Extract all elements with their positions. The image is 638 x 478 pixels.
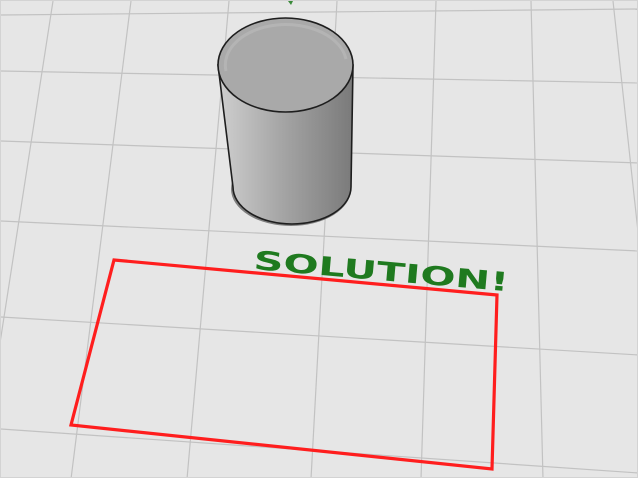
grid-line: [1, 8, 637, 16]
viewport-canvas[interactable]: SOLUTION!: [1, 1, 638, 478]
grid-line: [420, 1, 437, 477]
3d-viewport[interactable]: SOLUTION!: [0, 0, 638, 478]
grid-line: [612, 1, 637, 229]
text-object-label[interactable]: SOLUTION!: [252, 246, 510, 298]
axis-marker: [288, 1, 293, 5]
grid-line: [530, 1, 544, 477]
cylinder-top: [217, 17, 354, 113]
grid-line: [1, 220, 637, 252]
cylinder-object[interactable]: [217, 17, 354, 226]
grid-line: [1, 1, 54, 341]
